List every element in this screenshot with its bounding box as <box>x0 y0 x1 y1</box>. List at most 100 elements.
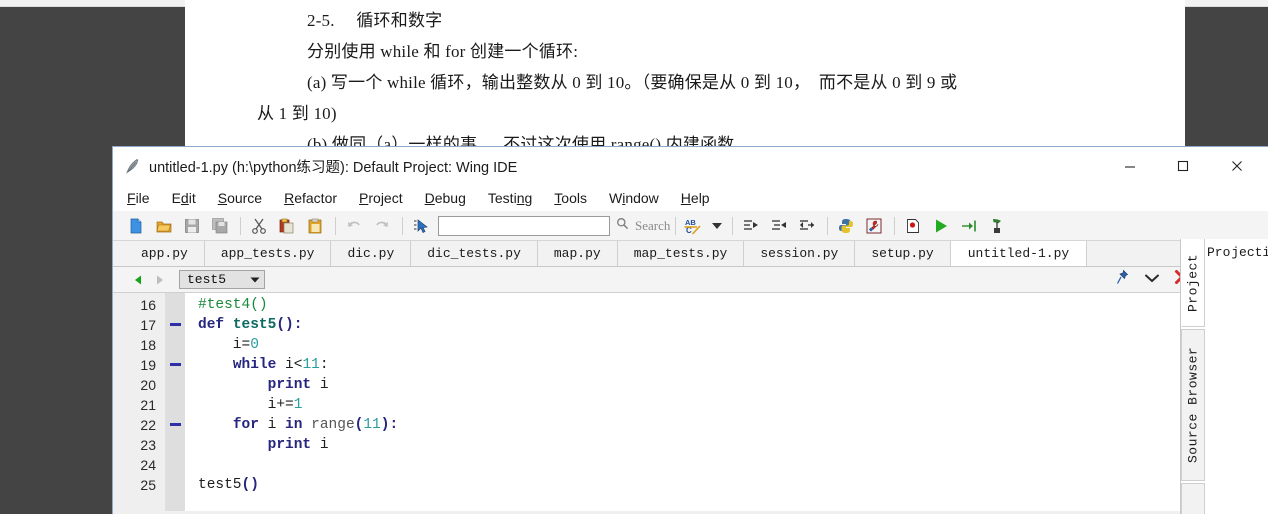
chevron-down-icon[interactable] <box>1144 271 1160 289</box>
line-number: 25 <box>140 477 156 493</box>
menu-refactor[interactable]: Refactor <box>284 190 337 206</box>
code-editor[interactable]: 16 17 18 19 20 21 22 23 24 25 #test4() def test5()… <box>113 293 1268 511</box>
code-token: () <box>241 477 259 493</box>
fold-collapse-icon[interactable] <box>169 423 181 427</box>
chevron-down-icon <box>250 271 260 289</box>
code-line: print i <box>198 435 1252 455</box>
fold-toggle[interactable] <box>165 315 185 335</box>
spellcheck-icon[interactable]: AB C <box>681 214 707 238</box>
document-line: (a) 写一个 while 循环，输出整数从 0 到 10。（要确保是从 0 到… <box>307 73 958 92</box>
save-all-icon[interactable] <box>207 214 233 238</box>
file-tab-app-py[interactable]: app.py <box>125 241 205 266</box>
save-icon[interactable] <box>179 214 205 238</box>
file-tab-dic-tests-py[interactable]: dic_tests.py <box>411 241 538 266</box>
menubar: File Edit Source Refactor Project Debug … <box>113 185 1268 211</box>
code-token: i= <box>198 337 251 353</box>
line-number: 18 <box>140 337 156 353</box>
document-text-block: 2-5. 循环和数字 分别使用 while 和 for 创建一个循环: (a) … <box>257 6 1167 146</box>
file-tab-map-py[interactable]: map.py <box>537 241 618 266</box>
search-input[interactable] <box>438 215 610 236</box>
line-number: 20 <box>140 377 156 393</box>
line-number: 23 <box>140 437 156 453</box>
step-into-icon[interactable] <box>956 214 982 238</box>
vtab-project[interactable]: Project <box>1181 239 1205 327</box>
minimize-icon[interactable] <box>1107 147 1153 185</box>
maximize-icon[interactable] <box>1160 147 1206 185</box>
menu-debug[interactable]: Debug <box>425 190 466 206</box>
menu-window[interactable]: Window <box>609 190 659 206</box>
forward-arrow-icon[interactable] <box>149 270 171 290</box>
menu-help[interactable]: Help <box>681 190 710 206</box>
paste-icon[interactable] <box>302 214 328 238</box>
copy-icon[interactable] <box>274 214 300 238</box>
code-token: 1 <box>293 397 303 413</box>
new-file-icon[interactable] <box>123 214 149 238</box>
auto-indent-icon[interactable] <box>794 214 820 238</box>
debug-stop-icon[interactable] <box>984 214 1010 238</box>
menu-project[interactable]: Project <box>359 190 403 206</box>
python-shell-icon[interactable] <box>833 214 859 238</box>
fold-toggle[interactable] <box>165 355 185 375</box>
indent-right-icon[interactable] <box>738 214 764 238</box>
file-tab-app-tests-py[interactable]: app_tests.py <box>204 241 332 266</box>
file-tab-untitled-1-py[interactable]: untitled-1.py <box>950 241 1087 266</box>
file-tab-dic-py[interactable]: dic.py <box>331 241 412 266</box>
document-line: 从 1 到 10) <box>257 104 337 123</box>
search-area: Search <box>438 215 670 236</box>
fold-collapse-icon[interactable] <box>169 323 181 327</box>
file-tab-map-tests-py[interactable]: map_tests.py <box>617 241 745 266</box>
fold-empty <box>165 435 185 455</box>
fold-toggle[interactable] <box>165 415 185 435</box>
file-tab-session-py[interactable]: session.py <box>744 241 856 266</box>
open-folder-icon[interactable] <box>151 214 177 238</box>
undo-icon[interactable] <box>341 214 367 238</box>
select-pointer-icon[interactable] <box>408 214 434 238</box>
line-number: 19 <box>140 357 156 373</box>
fold-empty <box>165 335 185 355</box>
file-tab-setup-py[interactable]: setup.py <box>855 241 951 266</box>
close-icon[interactable] <box>1214 147 1260 185</box>
back-arrow-icon[interactable] <box>127 270 149 290</box>
vtab-snippets[interactable]: pets <box>1181 483 1205 514</box>
code-token: (): <box>276 317 303 333</box>
menu-edit[interactable]: Edit <box>172 190 196 206</box>
cut-icon[interactable] <box>246 214 272 238</box>
redo-icon[interactable] <box>369 214 395 238</box>
run-icon[interactable] <box>928 214 954 238</box>
menu-tools[interactable]: Tools <box>554 190 587 206</box>
set-breakpoint-icon[interactable] <box>900 214 926 238</box>
code-token: i <box>311 377 329 393</box>
code-token: test5 <box>232 317 277 333</box>
debug-tools-icon[interactable] <box>861 214 887 238</box>
feather-pen-icon <box>123 157 141 175</box>
vtab-source-browser[interactable]: Source Browser <box>1181 329 1205 481</box>
code-token: 11 <box>363 417 381 433</box>
menu-source[interactable]: Source <box>218 190 262 206</box>
fold-empty <box>165 375 185 395</box>
line-number: 21 <box>140 397 156 413</box>
code-line: i+=1 <box>198 395 1252 415</box>
code-line: i=0 <box>198 335 1252 355</box>
right-tool-panel: Pro jectio Project Source Browser pets <box>1180 239 1268 514</box>
code-text-area[interactable]: #test4() def test5(): i=0 while i<11: pri… <box>185 293 1252 511</box>
indent-left-icon[interactable] <box>766 214 792 238</box>
menu-testing[interactable]: Testing <box>488 190 532 206</box>
menu-file[interactable]: File <box>127 190 150 206</box>
symbol-dropdown[interactable]: test5 <box>179 270 265 289</box>
fold-collapse-icon[interactable] <box>169 363 181 367</box>
code-line: test5() <box>198 475 1252 495</box>
fold-empty <box>165 295 185 315</box>
line-number: 22 <box>140 417 156 433</box>
dropdown-caret-icon[interactable] <box>709 214 725 238</box>
fold-margin[interactable] <box>165 293 185 511</box>
toolbar-separator <box>240 216 241 235</box>
editor-panel-controls <box>1115 269 1190 290</box>
window-titlebar[interactable]: untitled-1.py (h:\python练习题): Default Pr… <box>113 147 1268 185</box>
code-token: for <box>232 417 259 433</box>
line-number: 24 <box>140 457 156 473</box>
code-token: i <box>258 417 286 433</box>
pin-icon[interactable] <box>1115 269 1130 290</box>
